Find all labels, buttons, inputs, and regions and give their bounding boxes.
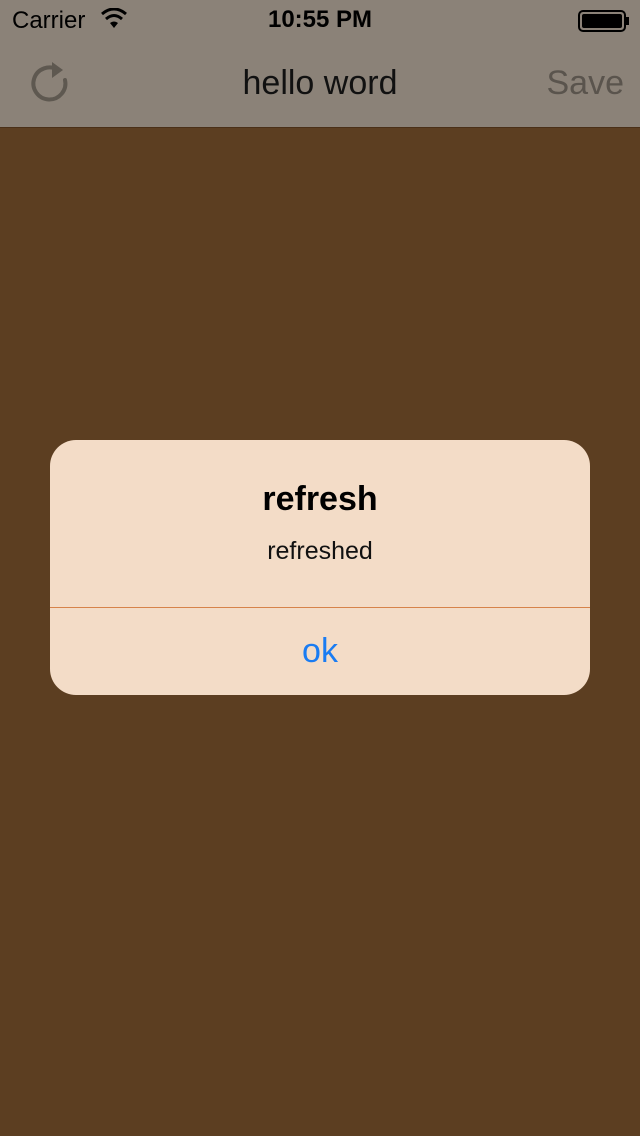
status-time: 10:55 PM: [267, 6, 373, 33]
battery-icon: [578, 10, 629, 32]
page-title: hello word: [242, 64, 398, 102]
alert-dialog: refresh refreshed ok: [50, 440, 590, 695]
ok-button[interactable]: ok: [50, 608, 590, 695]
alert-title: refresh: [262, 480, 378, 518]
alert-message: refreshed: [267, 537, 373, 565]
navigation-bar: hello word Save: [0, 40, 640, 128]
status-bar: Carrier 10:55 PM: [0, 0, 640, 40]
save-button[interactable]: Save: [547, 64, 625, 103]
